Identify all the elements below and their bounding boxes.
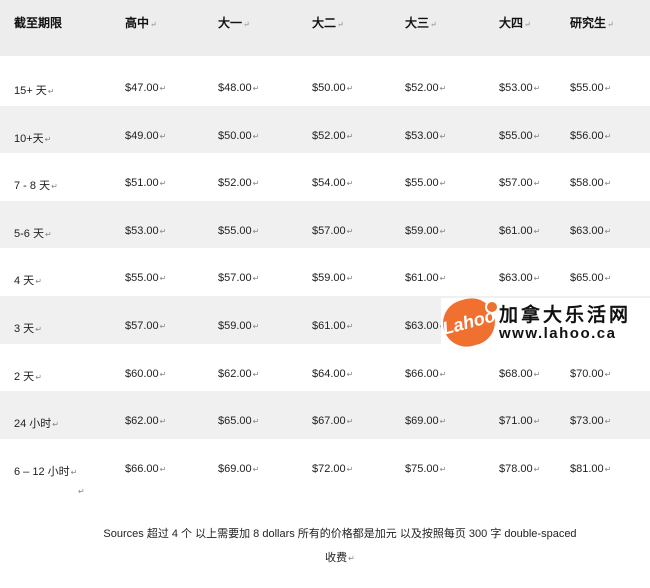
price-cell: $62.00↵	[218, 367, 260, 380]
table-row: 15+ 天↵ $47.00↵ $48.00↵ $50.00↵ $52.00↵ $53.00…	[0, 58, 650, 106]
deadline-cell: 24 小时↵	[14, 418, 59, 431]
price-cell: $65.00↵	[570, 272, 612, 285]
price-cell: $57.00↵	[499, 177, 541, 190]
price-cell: $53.00↵	[499, 82, 541, 94]
price-cell: $53.00↵	[125, 224, 167, 237]
price-cell: $75.00↵	[405, 462, 447, 475]
price-cell: $64.00↵	[312, 367, 354, 380]
price-cell: $62.00↵	[125, 415, 167, 428]
price-cell: $54.00↵	[312, 177, 354, 190]
price-cell: $51.00↵	[125, 177, 167, 190]
watermark-url: www.lahoo.ca	[499, 325, 617, 342]
table-row: 5-6 天↵ $53.00↵ $55.00↵ $57.00↵ $59.00↵ $61.00…	[0, 200, 650, 249]
deadline-cell: 2 天↵	[14, 370, 42, 383]
price-cell: $59.00↵	[218, 320, 260, 332]
logo-dot-icon	[485, 300, 499, 314]
price-cell: $53.00↵	[405, 129, 447, 142]
price-cell: $63.00↵	[499, 272, 541, 285]
pricing-note: Sources 超过 4 个 以上需要加 8 dollars 所有的价格都是加元…	[60, 522, 620, 571]
header-graduate: 研究生↵	[570, 16, 614, 30]
price-cell: $50.00↵	[312, 82, 354, 94]
price-cell: $59.00↵	[312, 272, 354, 285]
price-cell: $52.00↵	[218, 177, 260, 190]
deadline-cell: 4 天↵	[14, 275, 42, 288]
price-cell: $63.00↵	[570, 224, 612, 237]
deadline-cell: 3 天↵	[14, 323, 42, 335]
header-junior: 大三↵	[405, 16, 437, 30]
table-row: 2 天↵ $60.00↵ $62.00↵ $64.00↵ $66.00↵ $68.00↵ $…	[0, 343, 650, 392]
price-cell: $81.00↵	[570, 462, 612, 475]
price-cell: $69.00↵	[405, 415, 447, 428]
pricing-note-line-1: Sources 超过 4 个 以上需要加 8 dollars 所有的价格都是加元…	[103, 528, 577, 540]
header-senior: 大四↵	[499, 16, 531, 30]
header-deadline: 截至期限	[14, 16, 63, 30]
price-cell: $49.00↵	[125, 129, 167, 142]
table-row: 24 小时↵ $62.00↵ $65.00↵ $67.00↵ $69.00↵ $71.00…	[0, 391, 650, 439]
pricing-note-line-2: 收费↵	[325, 552, 355, 564]
price-cell: $69.00↵	[218, 462, 260, 475]
price-cell: $73.00↵	[570, 415, 612, 428]
price-cell: $66.00↵	[405, 367, 447, 380]
header-high-school: 高中↵	[125, 16, 157, 30]
price-cell: $48.00↵	[218, 82, 260, 94]
header-sophomore: 大二↵	[312, 16, 344, 30]
paragraph-mark: ↵	[78, 487, 85, 496]
price-cell: $78.00↵	[499, 462, 541, 475]
price-cell: $55.00↵	[125, 272, 167, 285]
price-cell: $57.00↵	[218, 272, 260, 285]
price-cell: $52.00↵	[312, 129, 354, 142]
deadline-cell: 15+ 天↵	[14, 85, 55, 97]
price-cell: $70.00↵	[570, 367, 612, 380]
price-cell: $55.00↵	[218, 224, 260, 237]
price-cell: $55.00↵	[499, 129, 541, 142]
deadline-cell: 5-6 天↵	[14, 227, 52, 240]
table-row: 7 - 8 天↵ $51.00↵ $52.00↵ $54.00↵ $55.00↵ $57.…	[0, 153, 650, 201]
table-row: 6 – 12 小时↵ $66.00↵ $69.00↵ $72.00↵ $75.00↵ $7…	[0, 438, 650, 487]
table-header-row: 截至期限 高中↵ 大一↵ 大二↵ 大三↵ 大四↵ 研究生↵	[0, 0, 650, 56]
deadline-cell: 6 – 12 小时↵	[14, 465, 78, 478]
price-cell: $61.00↵	[499, 224, 541, 237]
lahoo-watermark: Lahoo 加拿大乐活网 www.lahoo.ca	[437, 293, 650, 352]
price-cell: $55.00↵	[570, 82, 612, 94]
price-cell: $60.00↵	[125, 367, 167, 380]
table-row: 4 天↵ $55.00↵ $57.00↵ $59.00↵ $61.00↵ $63.00↵ $…	[0, 248, 650, 296]
price-cell: $59.00↵	[405, 224, 447, 237]
deadline-cell: 7 - 8 天↵	[14, 180, 58, 193]
table-row: 10+天↵ $49.00↵ $50.00↵ $52.00↵ $53.00↵ $55.00↵…	[0, 105, 650, 154]
price-cell: $72.00↵	[312, 462, 354, 475]
price-cell: $71.00↵	[499, 415, 541, 428]
price-cell: $61.00↵	[405, 272, 447, 285]
price-cell: $52.00↵	[405, 82, 447, 94]
price-cell: $55.00↵	[405, 177, 447, 190]
watermark-title: 加拿大乐活网	[499, 305, 632, 326]
price-cell: $57.00↵	[312, 224, 354, 237]
price-cell: $50.00↵	[218, 129, 260, 142]
price-cell: $61.00↵	[312, 320, 354, 332]
price-cell: $65.00↵	[218, 415, 260, 428]
price-cell: $47.00↵	[125, 82, 167, 94]
price-table-page: 截至期限 高中↵ 大一↵ 大二↵ 大三↵ 大四↵ 研究生↵ 15+ 天↵ $47.…	[0, 0, 650, 588]
price-cell: $58.00↵	[570, 177, 612, 190]
price-cell: $56.00↵	[570, 129, 612, 142]
header-freshman: 大一↵	[218, 16, 250, 30]
price-cell: $66.00↵	[125, 462, 167, 475]
price-cell: $57.00↵	[125, 320, 167, 332]
deadline-cell: 10+天↵	[14, 132, 52, 145]
price-cell: $68.00↵	[499, 367, 541, 380]
price-cell: $67.00↵	[312, 415, 354, 428]
